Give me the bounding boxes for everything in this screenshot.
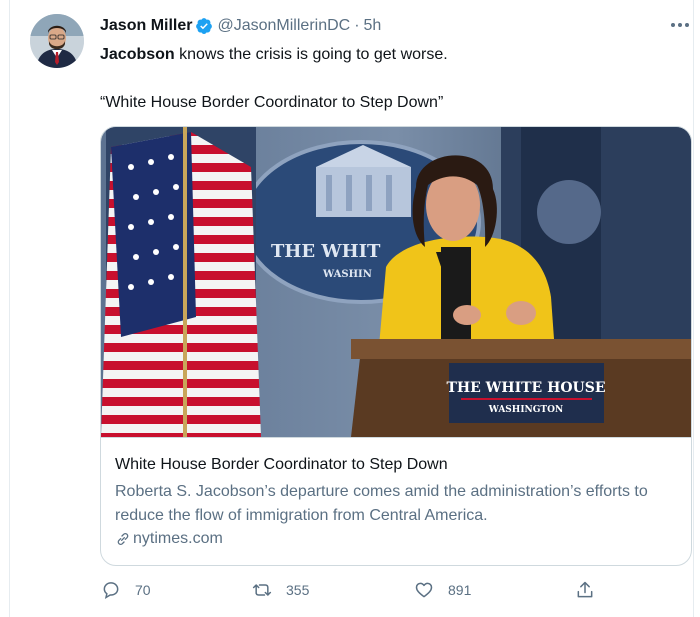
seal-subtext: WASHIN (322, 269, 372, 280)
timeline-right-border (693, 0, 694, 617)
retweet-button[interactable]: 355 (252, 580, 309, 600)
card-divider (101, 437, 691, 438)
podium-sign-text: THE WHITE HOUSE (446, 380, 605, 396)
tweet-text: Jacobson knows the crisis is going to ge… (100, 46, 448, 64)
reply-icon (103, 582, 119, 600)
tweet-quote-line: “White House Border Coordinator to Step … (100, 94, 444, 111)
like-count: 891 (448, 582, 472, 598)
card-title[interactable]: White House Border Coordinator to Step D… (115, 456, 448, 474)
separator-dot: · (354, 17, 360, 34)
share-icon (577, 581, 593, 598)
timeline-left-border (9, 0, 10, 617)
card-domain-text: nytimes.com (133, 530, 223, 547)
tweet-timestamp[interactable]: 5h (364, 17, 382, 35)
like-button[interactable]: 891 (414, 580, 471, 600)
tweet-text-bold: Jacobson (100, 46, 175, 63)
card-image[interactable]: THE WHIT WASHIN THE WHITE HOUSE WASHINGT… (101, 127, 691, 437)
author-name[interactable]: Jason Miller (100, 17, 192, 35)
more-icon[interactable] (668, 18, 692, 32)
author-handle[interactable]: @JasonMillerinDC (217, 17, 350, 35)
share-button[interactable] (575, 580, 609, 600)
tweet-text-rest: knows the crisis is going to get worse. (174, 46, 448, 63)
verified-icon (196, 18, 213, 34)
tweet-header: Jason Miller @JasonMillerinDC · 5h (100, 16, 381, 36)
card-domain[interactable]: nytimes.com (115, 530, 223, 548)
reply-count: 70 (135, 582, 151, 598)
podium-sign-subtext: WASHINGTON (488, 405, 563, 415)
retweet-icon (252, 584, 272, 596)
seal-text: THE WHIT (271, 241, 381, 262)
link-card[interactable]: THE WHIT WASHIN THE WHITE HOUSE WASHINGT… (100, 126, 692, 566)
avatar[interactable] (30, 14, 84, 68)
link-icon (117, 533, 129, 545)
like-icon (415, 582, 433, 598)
reply-button[interactable]: 70 (101, 580, 151, 600)
tweet-actions: 70 355 891 (0, 580, 700, 604)
retweet-count: 355 (286, 582, 310, 598)
card-description: Roberta S. Jacobson’s departure comes am… (115, 483, 648, 524)
